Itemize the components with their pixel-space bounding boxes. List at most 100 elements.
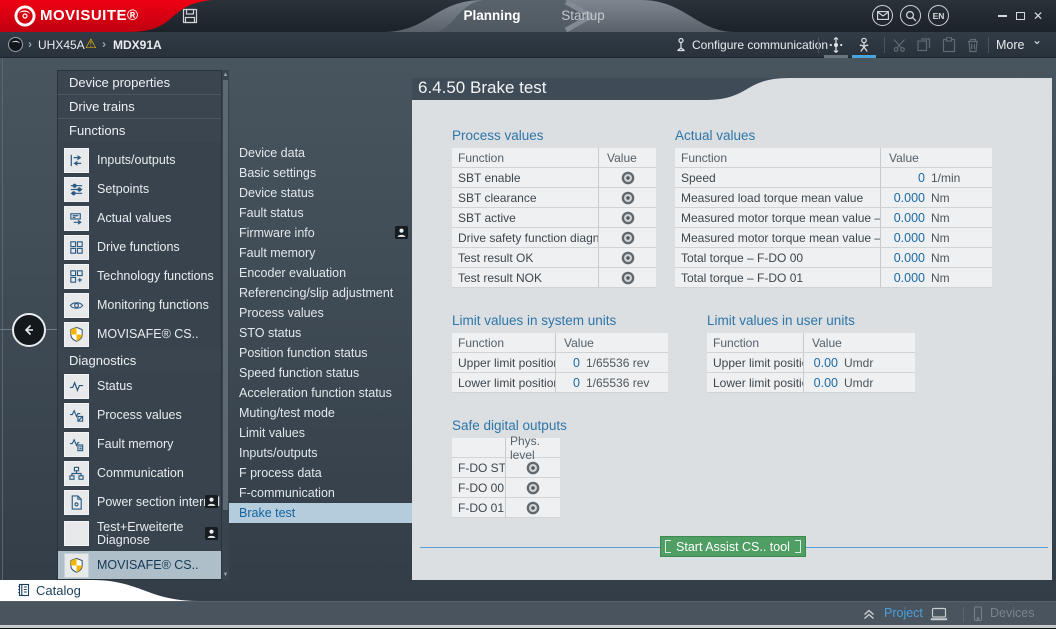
minimize-button[interactable] bbox=[994, 9, 1010, 23]
app-window: { "colors": { "brand_red": "#e2001a", "a… bbox=[0, 0, 1056, 629]
sidebar-group-diagnostics[interactable]: Diagnostics bbox=[58, 349, 221, 372]
limit-values-system-table: Function Value Upper limit position 01/6… bbox=[452, 333, 668, 393]
brake-test-page: 6.4.50 Brake test Process values Functio… bbox=[412, 78, 1052, 580]
scroll-up-icon[interactable]: ▲ bbox=[222, 71, 229, 79]
table-row: Lower limit position 01/65536 rev bbox=[452, 373, 668, 393]
configure-communication-button[interactable]: Configure communication bbox=[692, 38, 828, 52]
submenu-item-limit-values[interactable]: Limit values bbox=[229, 423, 412, 443]
submenu-item-acceleration-function-status[interactable]: Acceleration function status bbox=[229, 383, 412, 403]
sidebar-group-functions[interactable]: Functions bbox=[58, 119, 221, 142]
catalog-tab-label[interactable]: Catalog bbox=[36, 583, 81, 598]
delete-icon[interactable] bbox=[964, 36, 982, 54]
communication-icon bbox=[64, 461, 89, 486]
sidebar-item-actual-values[interactable]: Actual values bbox=[58, 204, 221, 232]
submenu-item-device-status[interactable]: Device status bbox=[229, 183, 412, 203]
submenu-item-position-function-status[interactable]: Position function status bbox=[229, 343, 412, 363]
submenu-item-process-values[interactable]: Process values bbox=[229, 303, 412, 323]
submenu-item-f-communication[interactable]: F-communication bbox=[229, 483, 412, 503]
chevron-down-icon[interactable]: ⌄ bbox=[1032, 33, 1042, 47]
submenu-item-brake-test[interactable]: Brake test bbox=[229, 503, 412, 523]
value-readout: 0.000 bbox=[889, 231, 925, 245]
sidebar-item-inputs-outputs[interactable]: Inputs/outputs bbox=[58, 146, 221, 174]
sidebar-item-status[interactable]: Status bbox=[58, 372, 221, 400]
sidebar-item-fault-memory[interactable]: Fault memory bbox=[58, 430, 221, 458]
submenu-item-encoder-evaluation[interactable]: Encoder evaluation bbox=[229, 263, 412, 283]
close-button[interactable]: ✕ bbox=[1030, 9, 1046, 23]
submenu-item-inputs-outputs[interactable]: Inputs/outputs bbox=[229, 443, 412, 463]
section-title-safe-digital-outputs: Safe digital outputs bbox=[452, 418, 567, 433]
axis-tool-icon[interactable] bbox=[827, 36, 845, 54]
tab-startup[interactable]: Startup bbox=[548, 8, 618, 23]
breadcrumb-node-mdx91a[interactable]: MDX91A bbox=[113, 38, 162, 52]
drive-functions-icon bbox=[64, 235, 89, 260]
status-led-icon bbox=[526, 481, 540, 495]
section-title-process-values: Process values bbox=[452, 128, 544, 143]
table-header-row: Function Value bbox=[452, 148, 656, 168]
search-icon[interactable] bbox=[900, 5, 921, 26]
paste-icon[interactable] bbox=[940, 36, 958, 54]
sidebar-item-test-erweiterte-diagnose[interactable]: Test+Erweiterte Diagnose bbox=[58, 517, 221, 550]
devices-view-button[interactable]: Devices bbox=[990, 606, 1034, 620]
setpoints-icon bbox=[64, 177, 89, 202]
sidebar-item-communication[interactable]: Communication bbox=[58, 459, 221, 487]
devices-phone-icon[interactable] bbox=[972, 606, 984, 622]
sidebar-item-setpoints[interactable]: Setpoints bbox=[58, 175, 221, 203]
sidebar-item-power-section-internal[interactable]: Power section internal bbox=[58, 488, 221, 516]
table-header-row: Function Value bbox=[452, 333, 668, 353]
project-view-button[interactable]: Project bbox=[884, 606, 923, 620]
value-readout: 0.00 bbox=[812, 376, 838, 390]
sidebar-group-device-properties[interactable]: Device properties bbox=[58, 71, 221, 95]
value-readout: 0.000 bbox=[889, 211, 925, 225]
maximize-button[interactable] bbox=[1012, 9, 1028, 23]
project-monitor-icon[interactable] bbox=[930, 607, 948, 621]
submenu-item-device-data[interactable]: Device data bbox=[229, 143, 412, 163]
submenu-item-muting-test-mode[interactable]: Muting/test mode bbox=[229, 403, 412, 423]
column-header-function: Function bbox=[707, 333, 803, 352]
table-row: Test result NOK bbox=[452, 268, 656, 288]
column-header-value: Value bbox=[880, 148, 992, 167]
submenu-item-referencing-slip-adjustment[interactable]: Referencing/slip adjustment bbox=[229, 283, 412, 303]
column-header-value: Value bbox=[598, 148, 656, 167]
start-assist-tool-button[interactable]: Start Assist CS.. tool bbox=[660, 536, 806, 557]
process-values-icon bbox=[64, 403, 89, 428]
table-row: F-DO STO bbox=[452, 458, 560, 478]
submenu-item-fault-memory[interactable]: Fault memory bbox=[229, 243, 412, 263]
submenu-item-speed-function-status[interactable]: Speed function status bbox=[229, 363, 412, 383]
table-row: Test result OK bbox=[452, 248, 656, 268]
message-icon[interactable] bbox=[872, 5, 893, 26]
table-row: Measured motor torque mean value – F-DO … bbox=[675, 228, 992, 248]
submenu-item-firmware-info[interactable]: Firmware info bbox=[229, 223, 412, 243]
table-row: Upper limit position 0.00Umdr bbox=[707, 353, 915, 373]
more-button[interactable]: More bbox=[996, 38, 1024, 52]
sidebar-group-drive-trains[interactable]: Drive trains bbox=[58, 95, 221, 119]
save-icon[interactable] bbox=[182, 8, 198, 24]
person-tool-icon[interactable] bbox=[855, 36, 873, 54]
scrollbar-thumb[interactable] bbox=[223, 80, 228, 510]
sidebar-item-movisafe-cs-diagnostics[interactable]: MOVISAFE® CS.. bbox=[58, 551, 221, 579]
breadcrumb-node-uhx45a[interactable]: UHX45A bbox=[38, 38, 85, 52]
sidebar-item-movisafe-cs[interactable]: MOVISAFE® CS.. bbox=[58, 320, 221, 348]
copy-icon[interactable] bbox=[915, 36, 933, 54]
submenu-item-fault-status[interactable]: Fault status bbox=[229, 203, 412, 223]
chevron-up-icon[interactable] bbox=[862, 608, 876, 620]
submenu-item-basic-settings[interactable]: Basic settings bbox=[229, 163, 412, 183]
value-readout: 0.000 bbox=[889, 251, 925, 265]
cut-icon[interactable] bbox=[891, 36, 909, 54]
language-button[interactable]: EN bbox=[928, 5, 949, 26]
scroll-down-icon[interactable]: ▼ bbox=[222, 571, 229, 579]
sidebar-item-process-values[interactable]: Process values bbox=[58, 401, 221, 429]
sidebar-item-drive-functions[interactable]: Drive functions bbox=[58, 233, 221, 261]
collapse-sidebar-button[interactable] bbox=[12, 313, 46, 347]
status-bar: Project Devices bbox=[0, 601, 1056, 625]
sidebar-item-technology-functions[interactable]: Technology functions bbox=[58, 262, 221, 290]
submenu-item-sto-status[interactable]: STO status bbox=[229, 323, 412, 343]
column-header-function: Function bbox=[452, 148, 598, 167]
tab-planning[interactable]: Planning bbox=[452, 8, 532, 23]
catalog-tab-shape[interactable] bbox=[0, 580, 210, 601]
value-unit: Nm bbox=[931, 211, 950, 225]
status-led-icon bbox=[621, 231, 635, 245]
submenu-item-f-process-data[interactable]: F process data bbox=[229, 463, 412, 483]
value-unit: Nm bbox=[931, 231, 950, 245]
sidebar-scrollbar[interactable]: ▲ ▼ bbox=[222, 70, 229, 580]
sidebar-item-monitoring-functions[interactable]: Monitoring functions bbox=[58, 291, 221, 319]
